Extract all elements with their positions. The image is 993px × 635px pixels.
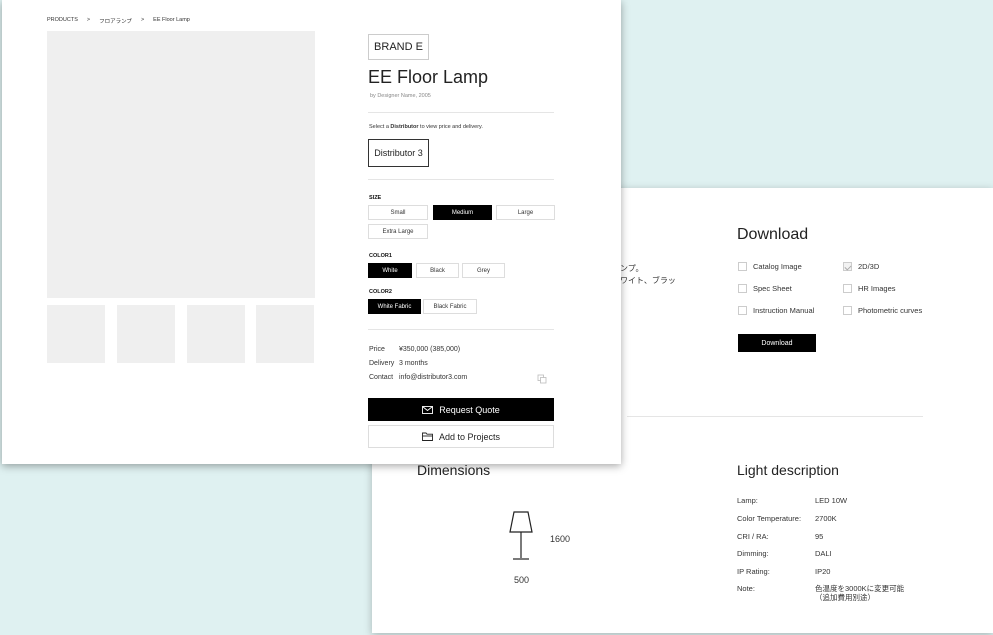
- add-to-projects-button[interactable]: Add to Projects: [368, 425, 554, 448]
- download-option-catalog-image[interactable]: Catalog Image: [738, 262, 802, 271]
- product-thumbnail[interactable]: [256, 305, 314, 363]
- breadcrumb: PRODUCTS > フロアランプ > EE Floor Lamp: [47, 17, 190, 25]
- request-quote-button[interactable]: Request Quote: [368, 398, 554, 421]
- delivery-value: 3 months: [399, 360, 428, 367]
- spec-value: LED 10W: [815, 496, 848, 505]
- download-option-label: Photometric curves: [858, 306, 923, 315]
- download-option-photometric-curves[interactable]: Photometric curves: [843, 306, 922, 315]
- spec-key: Note:: [737, 584, 755, 593]
- copy-icon[interactable]: [537, 374, 547, 384]
- download-option-label: Instruction Manual: [753, 306, 815, 315]
- folder-icon: [422, 432, 433, 441]
- size-option-small[interactable]: Small: [368, 205, 428, 220]
- download-option-spec-sheet[interactable]: Spec Sheet: [738, 284, 792, 293]
- floor-lamp-icon: [509, 511, 533, 560]
- divider: [368, 112, 554, 113]
- download-option-label: Spec Sheet: [753, 284, 792, 293]
- checkbox-icon[interactable]: [738, 262, 747, 271]
- dimension-width: 500: [514, 575, 530, 585]
- download-option-label: HR Images: [858, 284, 896, 293]
- color1-label: COLOR1: [369, 253, 392, 259]
- product-thumbnail[interactable]: [47, 305, 105, 363]
- checkbox-icon[interactable]: [738, 284, 747, 293]
- product-main-image: [47, 31, 315, 298]
- download-option-label: Catalog Image: [753, 262, 802, 271]
- distributor-selector[interactable]: Distributor 3: [368, 139, 429, 167]
- contact-row: Contact info@distributor3.com: [369, 374, 467, 381]
- spec-row-color-temperature: Color Temperature: 2700K: [737, 514, 837, 523]
- spec-key: IP Rating:: [737, 567, 770, 576]
- instruction-prefix: Select a: [369, 124, 391, 130]
- spec-key: CRI / RA:: [737, 532, 769, 541]
- product-thumbnail[interactable]: [117, 305, 175, 363]
- spec-row-lamp: Lamp: LED 10W: [737, 496, 847, 505]
- spec-key: Lamp:: [737, 496, 758, 505]
- product-thumbnail[interactable]: [187, 305, 245, 363]
- download-option-2d3d[interactable]: 2D/3D: [843, 262, 879, 271]
- size-option-large[interactable]: Large: [496, 205, 555, 220]
- spec-value: IP20: [815, 567, 831, 576]
- color1-option-grey[interactable]: Grey: [462, 263, 505, 278]
- breadcrumb-item-current: EE Floor Lamp: [153, 17, 190, 23]
- spec-row-cri: CRI / RA: 95: [737, 532, 823, 541]
- checkbox-icon[interactable]: [843, 284, 852, 293]
- contact-email[interactable]: info@distributor3.com: [399, 374, 467, 381]
- size-label: SIZE: [369, 195, 382, 201]
- envelope-icon: [422, 405, 434, 414]
- download-button[interactable]: Download: [738, 334, 816, 352]
- spec-row-dimming: Dimming: DALI: [737, 549, 832, 558]
- price-value: ¥350,000 (385,000): [399, 346, 461, 353]
- checkbox-icon[interactable]: [843, 306, 852, 315]
- download-option-label: 2D/3D: [858, 262, 880, 271]
- divider: [368, 179, 554, 180]
- checkbox-icon[interactable]: [738, 306, 747, 315]
- spec-value: 2700K: [815, 514, 837, 523]
- delivery-label: Delivery: [369, 360, 395, 367]
- description-fragment-2: ワイト、ブラッ: [620, 276, 676, 285]
- dimension-height: 1600: [550, 534, 571, 544]
- download-title: Download: [737, 226, 809, 243]
- color1-option-white[interactable]: White: [368, 263, 412, 278]
- checkbox-checked-icon[interactable]: [843, 262, 852, 271]
- contact-label: Contact: [369, 374, 394, 381]
- description-fragment-1: ンプ。: [620, 264, 644, 273]
- breadcrumb-separator: >: [140, 17, 145, 23]
- delivery-row: Delivery 3 months: [369, 360, 428, 367]
- light-description-title: Light description: [737, 462, 839, 478]
- spec-key: Color Temperature:: [737, 514, 802, 523]
- spec-key: Dimming:: [737, 549, 769, 558]
- spec-value: DALI: [815, 549, 832, 558]
- spec-value: 95: [815, 532, 824, 541]
- product-title: EE Floor Lamp: [368, 67, 489, 87]
- size-option-extra-large[interactable]: Extra Large: [368, 224, 428, 239]
- breadcrumb-item-products[interactable]: PRODUCTS: [47, 17, 78, 25]
- color2-label: COLOR2: [369, 289, 392, 295]
- price-label: Price: [369, 346, 385, 353]
- download-option-hr-images[interactable]: HR Images: [843, 284, 896, 293]
- instruction-bold: Distributor: [390, 124, 419, 130]
- instruction-suffix: to view price and delivery.: [418, 124, 483, 130]
- distributor-instruction: Select a Distributor to view price and d…: [369, 124, 483, 130]
- price-row: Price ¥350,000 (385,000): [369, 346, 460, 353]
- product-detail-front-panel: PRODUCTS > フロアランプ > EE Floor Lamp BRAND …: [2, 0, 621, 464]
- add-to-projects-label: Add to Projects: [438, 431, 501, 442]
- color1-option-black[interactable]: Black: [416, 263, 459, 278]
- brand-badge[interactable]: BRAND E: [368, 34, 429, 60]
- spec-value: 色温度を3000Kに変更可能 （追加費用別途）: [815, 584, 905, 602]
- color2-option-white-fabric[interactable]: White Fabric: [368, 299, 421, 314]
- spec-row-note: Note: 色温度を3000Kに変更可能 （追加費用別途）: [737, 584, 904, 602]
- breadcrumb-item-category[interactable]: フロアランプ: [99, 17, 132, 25]
- divider: [368, 329, 554, 330]
- breadcrumb-separator: >: [86, 17, 91, 23]
- designer-credit: by Designer Name, 2005: [370, 93, 431, 99]
- dimensions-title: Dimensions: [417, 462, 491, 478]
- request-quote-label: Request Quote: [439, 404, 500, 415]
- section-divider: [627, 416, 923, 417]
- size-option-medium[interactable]: Medium: [433, 205, 492, 220]
- download-option-instruction-manual[interactable]: Instruction Manual: [738, 306, 814, 315]
- color2-option-black-fabric[interactable]: Black Fabric: [423, 299, 477, 314]
- spec-row-ip-rating: IP Rating: IP20: [737, 567, 830, 576]
